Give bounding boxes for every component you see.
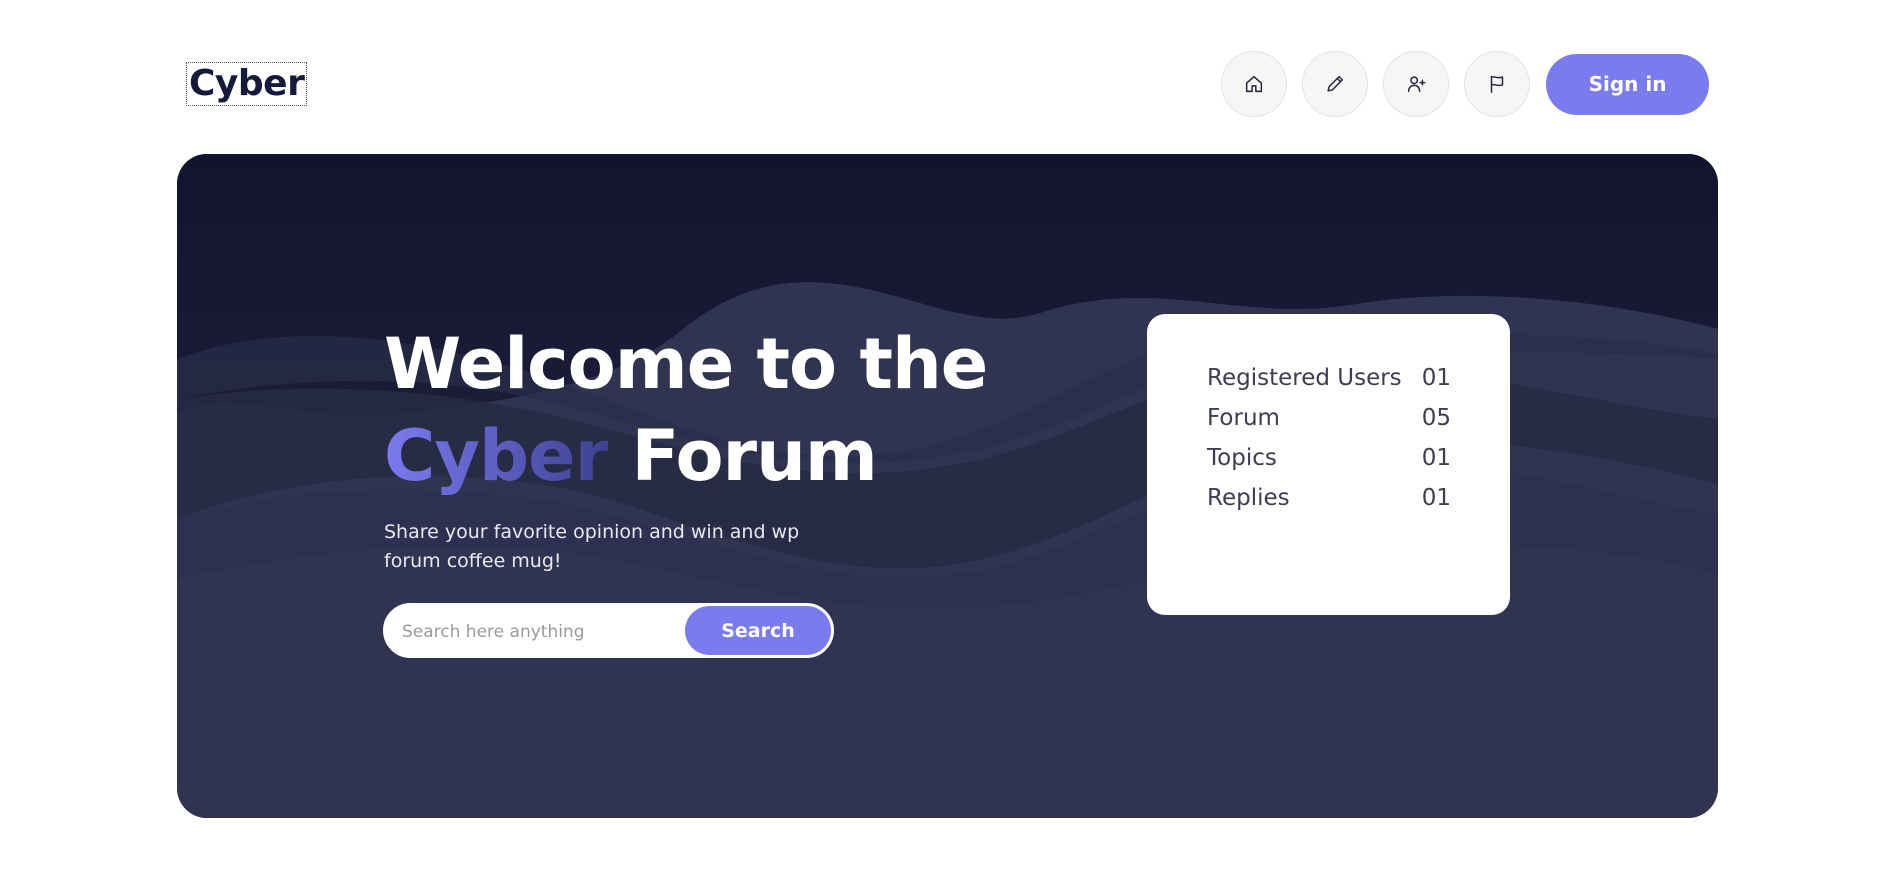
report-button[interactable]	[1464, 51, 1530, 117]
pencil-icon	[1327, 75, 1344, 92]
stat-value: 01	[1421, 485, 1451, 511]
stat-row: Forum 05	[1207, 403, 1451, 433]
home-icon	[1245, 75, 1263, 93]
user-plus-icon	[1407, 76, 1426, 93]
hero-title-line1: Welcome to the	[384, 323, 988, 405]
search-form: Search	[383, 603, 834, 658]
stat-row: Topics 01	[1207, 443, 1451, 473]
top-nav: Sign in	[1221, 51, 1709, 117]
hero-title-rest: Forum	[608, 415, 877, 497]
write-button[interactable]	[1302, 51, 1368, 117]
page: Cyber Sign in Welcome to the Cyber Forum…	[0, 0, 1886, 895]
home-button[interactable]	[1221, 51, 1287, 117]
search-button[interactable]: Search	[685, 606, 831, 655]
stat-row: Replies 01	[1207, 483, 1451, 513]
stat-label: Forum	[1207, 405, 1280, 431]
hero-banner: Welcome to the Cyber Forum Share your fa…	[177, 154, 1718, 818]
flag-icon	[1490, 75, 1504, 93]
stat-value: 01	[1421, 365, 1451, 391]
search-input[interactable]	[400, 606, 684, 657]
stat-value: 01	[1421, 445, 1451, 471]
hero-subtitle: Share your favorite opinion and win and …	[384, 521, 800, 572]
hero-title-accent: Cyber	[384, 415, 609, 497]
stat-label: Registered Users	[1207, 365, 1402, 391]
forum-stats-card: Registered Users 01 Forum 05 Topics 01 R…	[1147, 314, 1510, 615]
stat-label: Replies	[1207, 485, 1290, 511]
hero-title: Welcome to the Cyber Forum	[384, 318, 988, 502]
stat-row: Registered Users 01	[1207, 363, 1451, 393]
stat-value: 05	[1421, 405, 1451, 431]
site-logo[interactable]: Cyber	[186, 62, 308, 106]
stat-label: Topics	[1207, 445, 1277, 471]
sign-in-button[interactable]: Sign in	[1546, 53, 1709, 115]
add-user-button[interactable]	[1383, 51, 1449, 117]
